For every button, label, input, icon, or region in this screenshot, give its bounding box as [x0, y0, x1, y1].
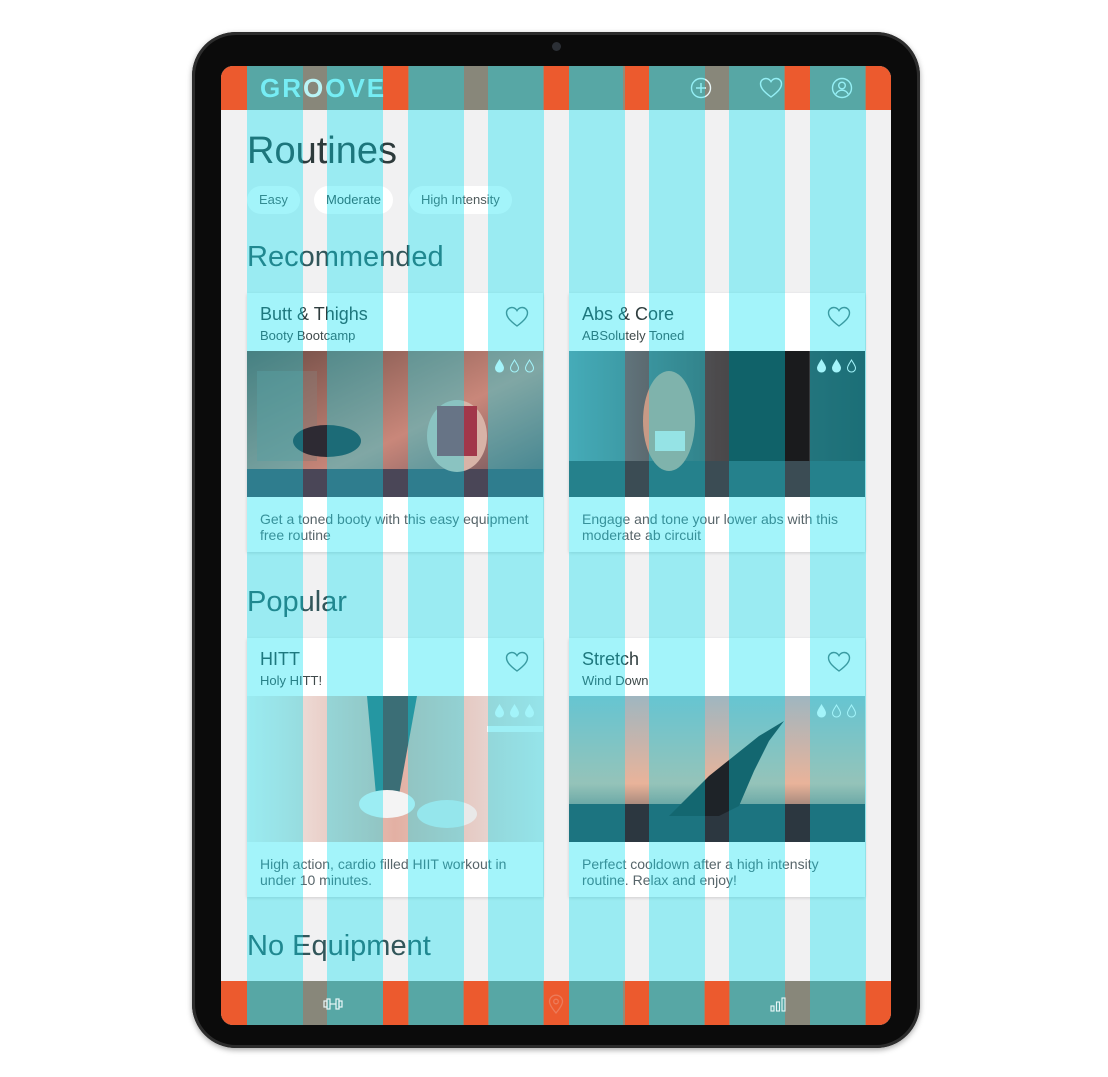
water-drop-icon	[846, 704, 857, 718]
filter-chip-easy[interactable]: Easy	[247, 186, 300, 214]
grid-column	[569, 981, 625, 1025]
section-title-popular: Popular	[247, 586, 347, 618]
card-description: Engage and tone your lower abs with this…	[582, 511, 839, 543]
routine-card[interactable]: Stretch Wind Down Perfect cooldown after…	[569, 638, 865, 897]
grid-column	[247, 981, 303, 1025]
grid-column	[649, 981, 705, 1025]
grid-column	[408, 981, 464, 1025]
add-button[interactable]	[689, 76, 713, 100]
card-subtitle: Booty Bootcamp	[260, 328, 356, 343]
card-description: Get a toned booty with this easy equipme…	[260, 511, 529, 543]
grid-column	[810, 981, 866, 1025]
top-app-bar: GROOVE	[221, 66, 891, 110]
grid-column	[488, 981, 544, 1025]
card-title: Butt & Thighs	[260, 304, 368, 324]
bar-gutter	[383, 66, 409, 110]
heart-icon[interactable]	[827, 651, 851, 673]
routine-card[interactable]: Abs & Core ABSolutely Toned Engage and t…	[569, 293, 865, 552]
bar-gutter	[784, 66, 810, 110]
app-screen: GROOVE Routines Easy Moderate High Inten…	[221, 66, 891, 1025]
filter-chip-moderate[interactable]: Moderate	[314, 186, 393, 214]
bar-gutter	[865, 66, 891, 110]
nav-workouts-button[interactable]	[322, 993, 344, 1015]
water-drop-icon	[816, 704, 827, 718]
intensity-indicator	[816, 704, 857, 718]
stats-bars-icon	[770, 997, 786, 1012]
location-pin-icon	[548, 994, 564, 1014]
front-camera	[552, 42, 561, 51]
card-title: Abs & Core	[582, 304, 675, 324]
bar-gutter	[623, 66, 649, 110]
routine-card[interactable]: HITT Holy HITT! High action, cardio fill…	[247, 638, 543, 897]
heart-icon[interactable]	[505, 651, 529, 673]
bar-gutter	[623, 981, 649, 1025]
water-drop-icon	[494, 359, 505, 373]
profile-button[interactable]	[830, 76, 854, 100]
water-drop-icon	[831, 704, 842, 718]
intensity-indicator	[494, 359, 535, 373]
water-drop-icon	[816, 359, 827, 373]
add-circle-icon	[690, 77, 712, 99]
card-photo	[247, 696, 543, 842]
bar-gutter	[221, 981, 247, 1025]
water-drop-icon	[494, 704, 505, 718]
card-photo	[569, 696, 865, 842]
bar-gutter	[543, 66, 569, 110]
bar-gutter	[221, 66, 247, 110]
water-drop-icon	[509, 359, 520, 373]
section-title-recommended: Recommended	[247, 241, 444, 273]
water-drop-icon	[509, 704, 520, 718]
user-profile-icon	[831, 77, 853, 99]
bar-gutter	[704, 981, 730, 1025]
routine-card[interactable]: Butt & Thighs Booty Bootcamp Get a toned…	[247, 293, 543, 552]
card-subtitle: Wind Down	[582, 673, 649, 688]
card-photo	[569, 351, 865, 497]
nav-map-button[interactable]	[545, 993, 567, 1015]
heart-icon[interactable]	[505, 306, 529, 328]
intensity-indicator	[494, 704, 535, 718]
card-subtitle: Holy HITT!	[260, 673, 323, 688]
water-drop-icon	[846, 359, 857, 373]
intensity-indicator	[816, 359, 857, 373]
dumbbell-icon	[323, 998, 343, 1010]
page-title: Routines	[247, 130, 397, 172]
bar-gutter	[383, 981, 409, 1025]
water-drop-icon	[831, 359, 842, 373]
card-title: Stretch	[582, 649, 640, 669]
heart-icon[interactable]	[827, 306, 851, 328]
bar-gutter	[865, 981, 891, 1025]
card-subtitle: ABSolutely Toned	[582, 328, 685, 343]
card-description: Perfect cooldown after a high intensity …	[582, 856, 819, 888]
heart-icon	[759, 77, 783, 98]
bottom-nav-bar	[221, 981, 891, 1025]
favorites-button[interactable]	[759, 76, 783, 100]
bar-gutter	[463, 981, 489, 1025]
water-drop-icon	[524, 359, 535, 373]
card-photo	[247, 351, 543, 497]
brand-logo[interactable]: GROOVE	[260, 72, 386, 104]
card-description: High action, cardio filled HIIT workout …	[260, 856, 507, 888]
section-title-no-equipment: No Equipment	[247, 930, 431, 962]
water-drop-icon	[524, 704, 535, 718]
filter-chip-high-intensity[interactable]: High Intensity	[409, 186, 512, 214]
card-title: HITT	[260, 649, 300, 669]
nav-stats-button[interactable]	[767, 993, 789, 1015]
